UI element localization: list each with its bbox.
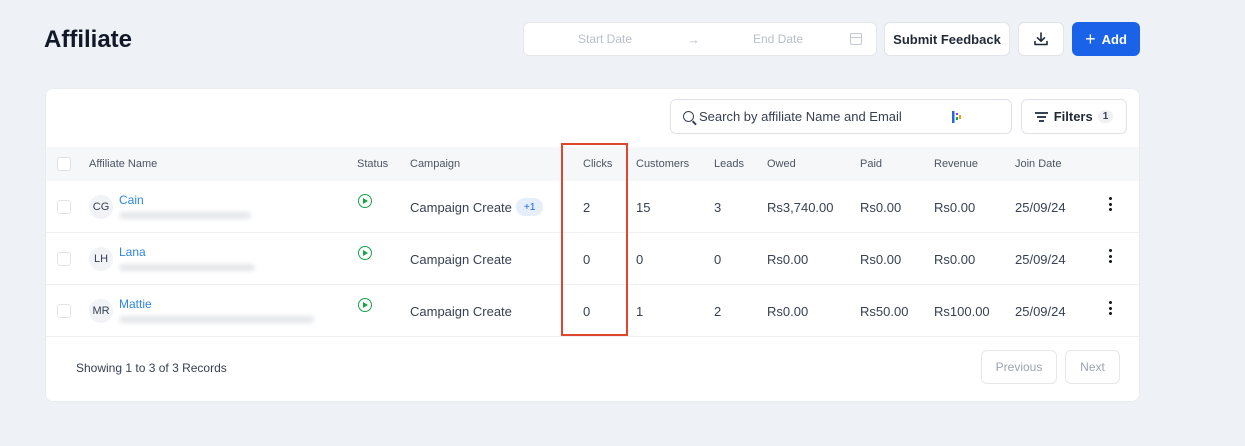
campaign-extra-badge[interactable]: +1 <box>516 198 544 216</box>
col-join-date[interactable]: Join Date <box>1015 158 1061 170</box>
affiliate-name-link[interactable]: Cain <box>119 193 144 207</box>
leads-cell: 3 <box>714 200 722 215</box>
download-icon <box>1034 32 1048 46</box>
row-menu-icon[interactable] <box>1109 197 1112 211</box>
join-date-cell: 25/09/24 <box>1015 200 1066 215</box>
leads-cell: 2 <box>714 304 722 319</box>
select-all-checkbox[interactable] <box>57 157 71 171</box>
paid-cell: Rs0.00 <box>860 252 902 267</box>
affiliate-name-link[interactable]: Mattie <box>119 297 152 311</box>
blurred-email <box>119 212 251 219</box>
status-active-icon <box>358 298 372 312</box>
arrow-right-icon: → <box>687 31 700 47</box>
filters-count-badge: 1 <box>1097 110 1114 123</box>
campaign-cell: Campaign Create <box>410 252 512 267</box>
table-header: Affiliate Name Status Campaign Clicks Cu… <box>46 147 1139 181</box>
blurred-email <box>119 264 255 271</box>
join-date-cell: 25/09/24 <box>1015 304 1066 319</box>
clicks-cell: 0 <box>583 304 591 319</box>
calendar-icon[interactable] <box>850 33 862 45</box>
affiliate-name-link[interactable]: Lana <box>119 245 146 259</box>
revenue-cell: Rs100.00 <box>934 304 990 319</box>
join-date-cell: 25/09/24 <box>1015 252 1066 267</box>
end-date-input[interactable]: End Date <box>753 32 803 46</box>
previous-button[interactable]: Previous <box>981 350 1057 384</box>
filters-label: Filters <box>1053 109 1093 124</box>
affiliate-table-card: Search by affiliate Name and Email Filte… <box>45 88 1140 402</box>
add-affiliate-button[interactable]: + Add <box>1072 22 1140 56</box>
table-row[interactable]: MR Mattie Campaign Create 0 1 2 Rs0.00 R… <box>46 285 1139 337</box>
owed-cell: Rs0.00 <box>767 252 809 267</box>
paid-cell: Rs50.00 <box>860 304 909 319</box>
paid-cell: Rs0.00 <box>860 200 902 215</box>
brand-extension-icon <box>952 111 961 123</box>
revenue-cell: Rs0.00 <box>934 252 976 267</box>
avatar: MR <box>89 299 113 323</box>
col-affiliate-name[interactable]: Affiliate Name <box>89 158 157 170</box>
col-campaign[interactable]: Campaign <box>410 158 460 170</box>
row-menu-icon[interactable] <box>1109 249 1112 263</box>
owed-cell: Rs0.00 <box>767 304 809 319</box>
avatar: CG <box>89 195 113 219</box>
row-checkbox[interactable] <box>57 304 71 318</box>
submit-feedback-button[interactable]: Submit Feedback <box>884 22 1010 56</box>
clicks-cell: 2 <box>583 200 591 215</box>
col-clicks[interactable]: Clicks <box>583 158 612 170</box>
col-revenue[interactable]: Revenue <box>934 158 978 170</box>
row-checkbox[interactable] <box>57 200 71 214</box>
table-row[interactable]: CG Cain Campaign Create +1 2 15 3 Rs3,74… <box>46 181 1139 233</box>
col-status[interactable]: Status <box>357 158 388 170</box>
next-button[interactable]: Next <box>1065 350 1120 384</box>
status-active-icon <box>358 194 372 208</box>
col-paid[interactable]: Paid <box>860 158 882 170</box>
table-row[interactable]: LH Lana Campaign Create 0 0 0 Rs0.00 Rs0… <box>46 233 1139 285</box>
avatar: LH <box>89 247 113 271</box>
clicks-cell: 0 <box>583 252 591 267</box>
row-checkbox[interactable] <box>57 252 71 266</box>
col-owed[interactable]: Owed <box>767 158 796 170</box>
leads-cell: 0 <box>714 252 722 267</box>
start-date-input[interactable]: Start Date <box>578 32 632 46</box>
customers-cell: 15 <box>636 200 651 215</box>
col-leads[interactable]: Leads <box>714 158 744 170</box>
download-button[interactable] <box>1018 22 1064 56</box>
add-button-label: Add <box>1101 31 1127 47</box>
filters-button[interactable]: Filters 1 <box>1021 99 1127 134</box>
filter-lines-icon <box>1034 112 1048 122</box>
search-input[interactable]: Search by affiliate Name and Email <box>670 99 1012 134</box>
campaign-cell: Campaign Create <box>410 200 512 215</box>
owed-cell: Rs3,740.00 <box>767 200 834 215</box>
revenue-cell: Rs0.00 <box>934 200 976 215</box>
date-range-picker[interactable]: Start Date → End Date <box>523 22 877 56</box>
col-customers[interactable]: Customers <box>636 158 689 170</box>
page-title: Affiliate <box>44 26 133 53</box>
search-placeholder: Search by affiliate Name and Email <box>699 109 902 124</box>
search-icon <box>683 111 694 122</box>
plus-icon: + <box>1085 29 1096 49</box>
blurred-email <box>119 316 314 323</box>
customers-cell: 1 <box>636 304 644 319</box>
records-summary: Showing 1 to 3 of 3 Records <box>76 361 227 375</box>
campaign-cell: Campaign Create <box>410 304 512 319</box>
status-active-icon <box>358 246 372 260</box>
customers-cell: 0 <box>636 252 644 267</box>
row-menu-icon[interactable] <box>1109 301 1112 315</box>
